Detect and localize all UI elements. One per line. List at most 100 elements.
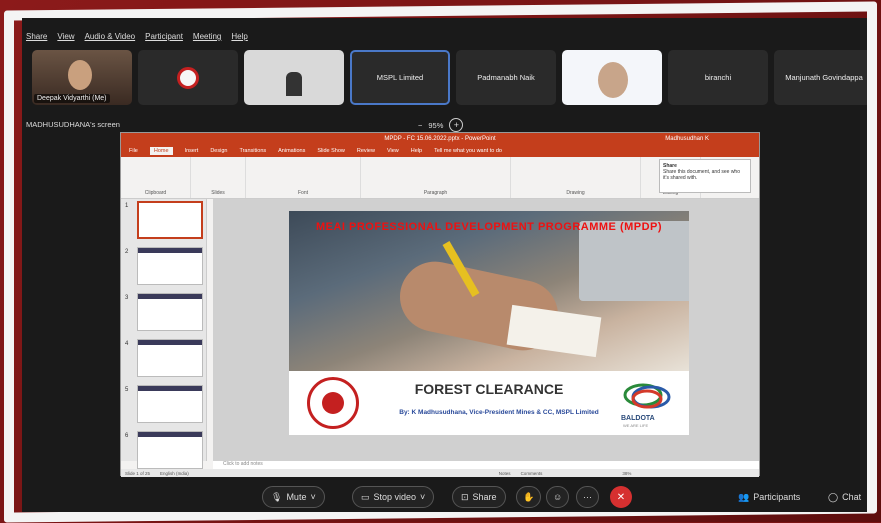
ribbon-group-slides: Slides — [191, 157, 246, 198]
participants-button[interactable]: 👥 Participants — [738, 492, 800, 503]
participants-label: Participants — [753, 492, 801, 502]
tab-animations[interactable]: Animations — [278, 148, 305, 154]
menu-share[interactable]: Share — [26, 32, 47, 48]
menu-view[interactable]: View — [57, 32, 74, 48]
participant-name: biranchi — [704, 73, 732, 82]
participant-name: Padmanabh Naik — [477, 73, 535, 82]
participant-tile[interactable]: MSPL Limited — [350, 50, 450, 105]
slide-thumbnail[interactable] — [137, 201, 203, 239]
ppt-file-title: MPDP - FC 15.06.2022.pptx - PowerPoint — [384, 136, 496, 142]
video-label: Stop video — [373, 492, 417, 502]
participant-name: MSPL Limited — [376, 73, 424, 82]
slide-number: 3 — [125, 295, 129, 301]
status-language: English (India) — [160, 470, 189, 476]
slide-thumbnail[interactable] — [137, 339, 203, 377]
tab-insert[interactable]: Insert — [185, 148, 199, 154]
menu-meeting[interactable]: Meeting — [193, 32, 221, 48]
tab-home[interactable]: Home — [149, 147, 173, 155]
slide-banner: MEAI PROFESSIONAL DEVELOPMENT PROGRAMME … — [315, 221, 663, 233]
share-icon: ⊡ — [461, 491, 469, 502]
status-zoom: 38% — [622, 470, 632, 476]
more-button[interactable]: ··· — [576, 486, 599, 508]
slide-thumbnails: 1 2 3 4 5 6 — [121, 199, 207, 469]
menu-help[interactable]: Help — [231, 32, 247, 48]
tab-review[interactable]: Review — [357, 148, 375, 154]
slide-subtitle: By: K Madhusudhana, Vice-President Mines… — [399, 409, 599, 416]
notes-button[interactable]: Notes — [499, 471, 511, 476]
tab-file[interactable]: File — [129, 148, 138, 154]
sharer-label: MADHUSUDHANA's screen — [26, 120, 120, 129]
participant-tile[interactable]: biranchi — [668, 50, 768, 105]
chat-bubble-icon: ◯ — [828, 491, 839, 502]
share-label: Share — [472, 492, 497, 502]
tab-view[interactable]: View — [387, 148, 399, 154]
people-icon: 👥 — [738, 491, 750, 502]
chevron-down-icon: ˅ — [310, 492, 316, 502]
close-icon: ✕ — [616, 491, 626, 503]
current-slide[interactable]: MEAI PROFESSIONAL DEVELOPMENT PROGRAMME … — [289, 211, 689, 435]
ppt-titlebar: MPDP - FC 15.06.2022.pptx - PowerPoint M… — [121, 133, 759, 145]
participant-tile[interactable] — [138, 50, 238, 105]
slide-thumbnail[interactable] — [137, 431, 203, 469]
stop-video-button[interactable]: ▭ Stop video ˅ — [352, 486, 435, 508]
camera-icon: ▭ — [361, 491, 370, 502]
tab-slideshow[interactable]: Slide Show — [317, 148, 345, 154]
slide-number: 1 — [125, 203, 129, 209]
menu-participant[interactable]: Participant — [145, 32, 183, 48]
mute-button[interactable]: 🎙 Mute ˅ — [262, 486, 325, 508]
meai-emblem-icon — [307, 377, 359, 429]
ribbon-group-font: Font — [246, 157, 361, 198]
menu-audio-video[interactable]: Audio & Video — [85, 32, 136, 48]
raise-hand-button[interactable]: ✋ — [516, 486, 542, 508]
baldota-logo-icon — [623, 383, 671, 409]
smiley-icon: ☺ — [553, 492, 563, 502]
chevron-down-icon: ˅ — [420, 492, 426, 502]
tab-design[interactable]: Design — [210, 148, 227, 154]
ellipsis-icon: ··· — [583, 492, 592, 502]
meeting-controls: 🎙 Mute ˅ ▭ Stop video ˅ ⊡ Share ✋ ☺ ··· ✕ 👥 Pa… — [22, 482, 867, 512]
red-background: Share View Audio & Video Participant Mee… — [0, 0, 881, 523]
logo-tagline: WE ARE LIFE — [623, 423, 649, 428]
participant-tile[interactable] — [562, 50, 662, 105]
group-label: Paragraph — [423, 190, 448, 196]
ribbon-group-clipboard: Clipboard — [121, 157, 191, 198]
zoom-window: Share View Audio & Video Participant Mee… — [22, 18, 867, 512]
meai-logo-icon — [177, 66, 199, 89]
participant-tile[interactable]: Manjunath Govindappa — [774, 50, 867, 105]
group-label: Clipboard — [144, 190, 167, 196]
baldota-logo: BALDOTA WE ARE LIFE — [617, 377, 681, 431]
participant-name: Manjunath Govindappa — [785, 73, 863, 82]
participant-face — [598, 62, 628, 98]
share-button[interactable]: ⊡ Share — [452, 486, 506, 508]
slide-canvas: MEAI PROFESSIONAL DEVELOPMENT PROGRAMME … — [213, 199, 759, 461]
zoom-control: − 95% + — [418, 118, 464, 132]
laptop-graphic — [579, 221, 689, 301]
group-label: Slides — [211, 190, 225, 196]
zoom-out-button[interactable]: − — [418, 121, 422, 130]
chat-button[interactable]: ◯ Chat — [828, 492, 861, 503]
zoom-in-button[interactable]: + — [449, 118, 464, 132]
participant-tile[interactable]: Padmanabh Naik — [456, 50, 556, 105]
ppt-user: Madhusudhan K — [665, 136, 709, 142]
tell-me-search[interactable]: Tell me what you want to do — [434, 148, 502, 154]
share-screen-bar: MADHUSUDHANA's screen − 95% + — [22, 118, 867, 132]
slide-number: 6 — [125, 433, 129, 439]
tab-help[interactable]: Help — [411, 148, 422, 154]
tab-transitions[interactable]: Transitions — [239, 148, 266, 154]
leave-button[interactable]: ✕ — [610, 486, 632, 508]
hand-icon: ✋ — [523, 491, 535, 502]
slide-thumbnail[interactable] — [137, 293, 203, 331]
participant-tile[interactable] — [244, 50, 344, 105]
microphone-icon: 🎙 — [271, 491, 283, 502]
reactions-button[interactable]: ☺ — [546, 486, 570, 508]
group-label: Font — [297, 190, 308, 196]
slide-thumbnail[interactable] — [137, 385, 203, 423]
participant-face — [68, 60, 92, 90]
slide-number: 2 — [125, 249, 129, 255]
slide-number: 4 — [125, 341, 129, 347]
slide-thumbnail[interactable] — [137, 247, 203, 285]
notes-pane[interactable]: Click to add notes — [213, 461, 759, 469]
ribbon-group-paragraph: Paragraph — [361, 157, 511, 198]
participant-tile[interactable]: Deepak Vidyarthi (Me) — [32, 50, 132, 105]
comments-button[interactable]: Comments — [521, 471, 543, 476]
